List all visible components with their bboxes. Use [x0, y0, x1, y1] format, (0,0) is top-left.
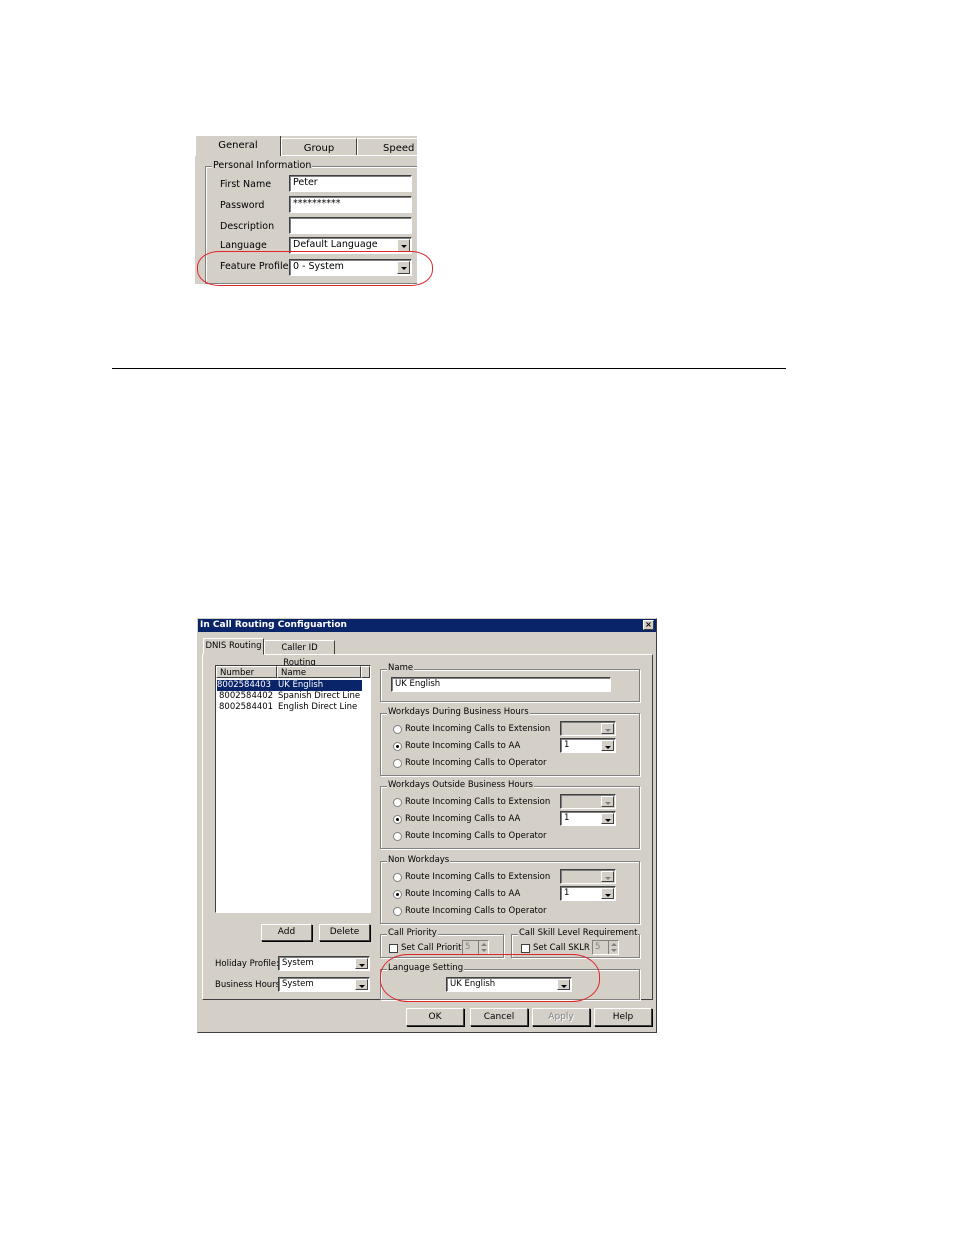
chevron-down-icon	[601, 871, 614, 882]
route-aa-radio[interactable]	[393, 890, 402, 899]
route-aa-label: Route Incoming Calls to AA	[405, 814, 521, 824]
route-extension-radio[interactable]	[393, 725, 402, 734]
feature-profile-highlight-ellipse	[197, 251, 433, 286]
aa-value: 1	[564, 740, 570, 750]
route-operator-label: Route Incoming Calls to Operator	[405, 906, 547, 916]
holiday-profile-dropdown[interactable]: System	[278, 956, 370, 971]
list-item-number: 8002584402	[219, 691, 274, 701]
add-button[interactable]: Add	[261, 924, 312, 941]
tab-speed-dial[interactable]: Speed D	[357, 138, 417, 155]
route-extension-label: Route Incoming Calls to Extension	[405, 797, 551, 807]
description-field[interactable]	[289, 217, 412, 234]
route-aa-radio[interactable]	[393, 742, 402, 751]
extension-dropdown	[560, 869, 616, 884]
non-workdays-title: Non Workdays	[387, 855, 451, 865]
extension-dropdown	[560, 721, 616, 736]
set-call-sklr-label: Set Call SKLR	[533, 943, 590, 953]
help-button[interactable]: Help	[594, 1008, 652, 1026]
spinner-arrows-icon	[608, 941, 618, 954]
column-header-spacer	[361, 666, 370, 678]
list-item-name: Spanish Direct Line	[278, 691, 361, 701]
list-item[interactable]: 8002584401 English Direct Line	[217, 702, 367, 713]
cancel-button[interactable]: Cancel	[470, 1008, 528, 1026]
list-item[interactable]: 8002584403 UK English	[217, 680, 367, 691]
close-icon[interactable]: ×	[643, 620, 654, 630]
chevron-down-icon	[601, 796, 614, 807]
route-operator-label: Route Incoming Calls to Operator	[405, 758, 547, 768]
language-value: Default Language	[293, 239, 378, 250]
set-call-priority-checkbox[interactable]	[389, 944, 398, 953]
call-skill-title: Call Skill Level Requirement	[518, 928, 639, 938]
business-hours-dropdown[interactable]: System	[278, 977, 370, 992]
tab-general[interactable]: General	[195, 136, 281, 156]
list-item-name: UK English	[278, 680, 324, 690]
spinner-arrows-icon	[478, 941, 488, 954]
route-extension-radio[interactable]	[393, 873, 402, 882]
route-extension-label: Route Incoming Calls to Extension	[405, 872, 551, 882]
name-group-title: Name	[387, 663, 415, 673]
business-hours-label: Business Hours:	[215, 980, 283, 990]
holiday-profile-label: Holiday Profile:	[215, 959, 279, 969]
password-field[interactable]: **********	[289, 196, 412, 213]
workdays-outside-title: Workdays Outside Business Hours	[387, 780, 534, 790]
route-extension-radio[interactable]	[393, 798, 402, 807]
route-aa-radio[interactable]	[393, 815, 402, 824]
apply-button[interactable]: Apply	[532, 1008, 590, 1026]
route-operator-radio[interactable]	[393, 832, 402, 841]
call-sklr-value: 5	[595, 942, 601, 952]
aa-dropdown[interactable]: 1	[560, 886, 616, 901]
first-name-label: First Name	[220, 179, 272, 190]
chevron-down-icon[interactable]	[601, 740, 614, 751]
extension-dropdown	[560, 794, 616, 809]
route-operator-radio[interactable]	[393, 759, 402, 768]
route-operator-radio[interactable]	[393, 907, 402, 916]
name-field[interactable]: UK English	[391, 677, 611, 692]
route-aa-label: Route Incoming Calls to AA	[405, 889, 521, 899]
aa-value: 1	[564, 813, 570, 823]
aa-dropdown[interactable]: 1	[560, 811, 616, 826]
personal-information-title: Personal Information	[212, 160, 313, 171]
dialog-titlebar: In Call Routing Configuartion ×	[198, 619, 656, 632]
list-item[interactable]: 8002584402 Spanish Direct Line	[217, 691, 367, 702]
business-hours-value: System	[282, 979, 314, 989]
call-sklr-spinner: 5	[592, 940, 619, 955]
chevron-down-icon[interactable]	[355, 979, 368, 990]
set-call-priority-label: Set Call Priority	[401, 943, 467, 953]
route-operator-label: Route Incoming Calls to Operator	[405, 831, 547, 841]
holiday-profile-value: System	[282, 958, 314, 968]
column-header-number[interactable]: Number	[216, 666, 277, 678]
tab-dnis-routing[interactable]: DNIS Routing	[203, 638, 264, 655]
tab-group[interactable]: Group	[281, 138, 357, 155]
delete-button[interactable]: Delete	[319, 924, 370, 941]
chevron-down-icon[interactable]	[601, 888, 614, 899]
chevron-down-icon[interactable]	[601, 813, 614, 824]
language-setting-highlight-ellipse	[380, 954, 600, 1002]
password-label: Password	[220, 200, 265, 211]
tab-caller-id-routing[interactable]: Caller ID Routing	[264, 640, 335, 668]
column-header-name[interactable]: Name	[277, 666, 361, 678]
call-priority-spinner: 5	[462, 940, 489, 955]
first-name-field[interactable]: Peter	[289, 175, 412, 192]
route-aa-label: Route Incoming Calls to AA	[405, 741, 521, 751]
call-priority-value: 5	[465, 942, 471, 952]
call-priority-title: Call Priority	[387, 928, 438, 938]
section-divider	[112, 368, 786, 369]
language-label: Language	[220, 240, 267, 251]
chevron-down-icon	[601, 723, 614, 734]
route-extension-label: Route Incoming Calls to Extension	[405, 724, 551, 734]
set-call-sklr-checkbox[interactable]	[521, 944, 530, 953]
chevron-down-icon[interactable]	[355, 958, 368, 969]
aa-dropdown[interactable]: 1	[560, 738, 616, 753]
aa-value: 1	[564, 888, 570, 898]
ok-button[interactable]: OK	[406, 1008, 464, 1026]
dialog-title: In Call Routing Configuartion	[200, 620, 347, 630]
list-item-number: 8002584401	[219, 702, 274, 712]
dnis-routing-pane: Number Name 8002584403 UK English 800258…	[202, 654, 653, 1000]
dnis-list[interactable]: Number Name 8002584403 UK English 800258…	[215, 665, 371, 913]
description-label: Description	[220, 221, 275, 232]
list-item-name: English Direct Line	[278, 702, 358, 712]
workdays-during-title: Workdays During Business Hours	[387, 707, 530, 717]
list-item-number: 8002584403	[217, 680, 272, 690]
